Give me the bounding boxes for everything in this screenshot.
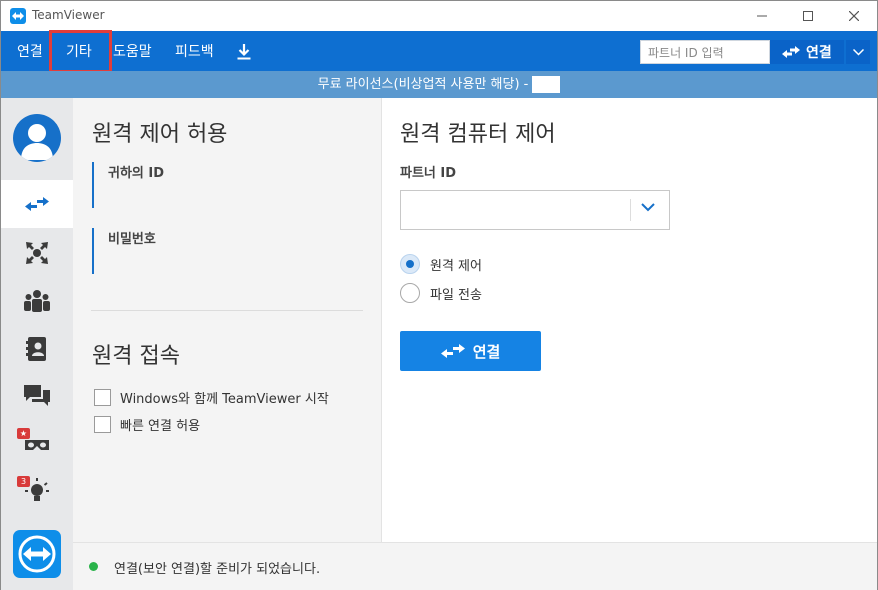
allow-remote-title: 원격 제어 허용: [92, 122, 228, 147]
close-icon: [849, 11, 859, 21]
start-with-windows-label: Windows와 함께 TeamViewer 시작: [120, 392, 329, 407]
remote-control-icon: [25, 197, 49, 211]
connect-button[interactable]: 연결: [400, 331, 541, 371]
unattended-title: 원격 접속: [92, 344, 180, 369]
status-bar: 연결(보안 연결)할 준비가 되었습니다.: [73, 542, 877, 590]
teamviewer-logo-icon: [18, 535, 56, 573]
status-text: 연결(보안 연결)할 준비가 되었습니다.: [114, 562, 321, 577]
maximize-icon: [803, 11, 813, 21]
menu-connection[interactable]: 연결: [17, 41, 43, 61]
section-divider: [91, 310, 363, 311]
sidebar-meeting[interactable]: [1, 229, 73, 277]
avatar[interactable]: [13, 114, 61, 162]
radio-remote-control-label: 원격 제어: [430, 258, 482, 274]
password-label: 비밀번호: [108, 232, 156, 247]
partner-id-label: 파트너 ID: [400, 166, 457, 181]
maximize-button[interactable]: [785, 1, 831, 31]
control-remote-title: 원격 컴퓨터 제어: [400, 122, 556, 147]
partner-id-combobox[interactable]: [400, 190, 670, 230]
minimize-icon: [757, 15, 767, 17]
sidebar-idea[interactable]: 3: [1, 467, 73, 515]
teamviewer-app-icon: [10, 8, 26, 24]
start-with-windows-checkbox[interactable]: [94, 389, 111, 406]
start-with-windows-row[interactable]: Windows와 함께 TeamViewer 시작: [94, 388, 329, 407]
control-remote-panel: 원격 컴퓨터 제어 파트너 ID 원격 제어 파일 전송 연결: [381, 98, 877, 542]
teamviewer-window: TeamViewer 연결 기타 도움말 피드백 파트너 ID 입력 연결 무료…: [0, 0, 878, 590]
connect-dropdown-button[interactable]: [846, 40, 870, 64]
menu-highlight-frame: [49, 30, 112, 73]
sidebar-augmented-reality[interactable]: ★: [1, 420, 73, 468]
connect-arrows-icon: [782, 46, 800, 58]
easy-access-label: 빠른 연결 허용: [120, 419, 201, 434]
radio-remote-control-row[interactable]: 원격 제어: [400, 254, 482, 274]
radio-file-transfer-label: 파일 전송: [430, 287, 482, 303]
user-avatar-icon: [21, 124, 53, 160]
easy-access-checkbox[interactable]: [94, 416, 111, 433]
minimize-button[interactable]: [739, 1, 785, 31]
license-bar: 무료 라이선스(비상업적 사용만 해당) -: [1, 71, 877, 98]
radio-remote-control[interactable]: [400, 254, 420, 274]
download-icon[interactable]: [237, 44, 251, 64]
connect-button-label: 연결: [472, 342, 501, 361]
password-block: 비밀번호: [92, 228, 156, 274]
chat-icon: [24, 385, 50, 406]
group-icon: [24, 290, 50, 312]
contacts-icon: [26, 337, 46, 361]
sidebar-chat[interactable]: [1, 373, 73, 421]
chevron-down-icon[interactable]: [641, 203, 655, 212]
your-id-block: 귀하의 ID: [92, 162, 164, 208]
easy-access-row[interactable]: 빠른 연결 허용: [94, 415, 200, 434]
sidebar-group[interactable]: [1, 277, 73, 325]
window-title: TeamViewer: [32, 8, 105, 22]
title-bar: TeamViewer: [1, 1, 877, 31]
chevron-down-icon: [852, 48, 864, 56]
menu-feedback[interactable]: 피드백: [175, 41, 214, 61]
combobox-separator: [630, 199, 631, 221]
idea-badge: 3: [17, 476, 30, 487]
sidebar-contacts[interactable]: [1, 325, 73, 373]
teamviewer-logo[interactable]: [13, 530, 61, 578]
sidebar: ★ 3: [1, 98, 73, 590]
connect-arrows-icon: [440, 344, 465, 358]
status-indicator: [89, 562, 98, 571]
allow-remote-panel: 원격 제어 허용 귀하의 ID 비밀번호 원격 접속 Windows와 함께 T…: [73, 98, 381, 542]
meeting-icon: [26, 242, 48, 264]
license-text: 무료 라이선스(비상업적 사용만 해당) -: [317, 77, 529, 92]
partner-id-input-top[interactable]: 파트너 ID 입력: [640, 40, 770, 64]
sidebar-remote-control[interactable]: [1, 180, 73, 228]
star-badge: ★: [17, 428, 30, 439]
connect-top-label: 연결: [806, 45, 832, 61]
menu-bar: 연결 기타 도움말 피드백 파트너 ID 입력 연결: [1, 31, 877, 71]
close-button[interactable]: [831, 1, 877, 31]
your-id-label: 귀하의 ID: [108, 166, 165, 181]
radio-file-transfer-row[interactable]: 파일 전송: [400, 283, 482, 303]
menu-help[interactable]: 도움말: [113, 41, 152, 61]
license-redacted-box: [532, 76, 561, 93]
connect-button-top[interactable]: 연결: [770, 40, 844, 64]
radio-file-transfer[interactable]: [400, 283, 420, 303]
